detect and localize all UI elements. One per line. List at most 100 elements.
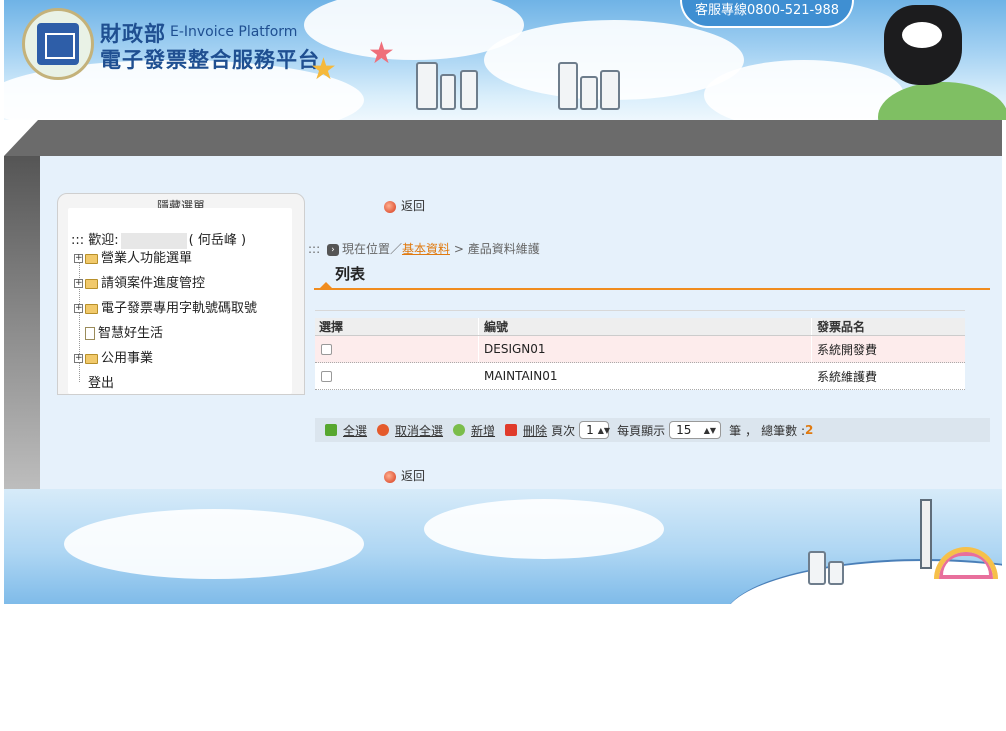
folder-icon — [85, 353, 98, 364]
bear-face-decor — [902, 22, 942, 48]
column-header-code: 編號 — [479, 318, 812, 335]
add-icon — [453, 424, 466, 436]
footer-banner — [4, 489, 1002, 604]
platform-name-cn: 電子發票整合服務平台 — [100, 48, 320, 72]
folder-icon — [85, 253, 98, 264]
breadcrumb-prefix: ::: — [308, 242, 321, 256]
breadcrumb-page: 產品資料維護 — [467, 242, 540, 256]
sidebar-item-label: 請領案件進度管控 — [101, 276, 206, 291]
total-label: 總筆數 : — [761, 423, 805, 438]
row-checkbox[interactable] — [321, 343, 332, 355]
building-illustration — [600, 70, 620, 110]
header-banner: 財政部 E-Invoice Platform 電子發票整合服務平台 ★ ★ 客服… — [4, 0, 1006, 120]
sidebar-item-logout[interactable]: 登出 — [88, 375, 114, 393]
sidebar-item-smart-living[interactable]: 智慧好生活 — [74, 325, 163, 343]
redacted-account — [120, 232, 187, 249]
unit-label: 筆 — [729, 423, 742, 438]
total-count: 2 — [804, 423, 814, 437]
cloud-decor — [704, 60, 904, 120]
star-icon: ★ — [310, 52, 337, 87]
deselect-all-label: 取消全選 — [395, 423, 444, 438]
welcome-text: ::: 歡迎: ( 何岳峰 ) — [71, 229, 246, 249]
building-illustration — [808, 551, 826, 585]
select-all-button[interactable]: 全選 — [325, 422, 367, 439]
expand-icon[interactable]: + — [74, 354, 83, 363]
cloud-decor — [424, 499, 664, 559]
back-label: 返回 — [401, 199, 426, 213]
cloud-decor — [64, 509, 364, 579]
table-toolbar: 全選 取消全選 新增 刪除 頁次 1 ▲▼ 每頁顯示 15 ▲▼ 筆 ， 總筆數 :… — [315, 418, 990, 442]
ministry-logo[interactable] — [22, 8, 94, 80]
checkmark-icon — [325, 424, 337, 436]
cell-invoice-item: 系統維護費 — [817, 369, 878, 384]
header-band — [4, 120, 1002, 156]
row-checkbox[interactable] — [321, 370, 332, 382]
column-header-invoice-item: 發票品名 — [817, 320, 866, 334]
sidebar-item-business-menu[interactable]: + 營業人功能選單 — [74, 250, 192, 268]
list-title: 列表 — [335, 265, 366, 283]
left-rail — [4, 156, 40, 489]
delete-label: 刪除 — [523, 423, 548, 438]
breadcrumb-current-label: 現在位置／ — [341, 242, 402, 256]
back-icon — [384, 470, 396, 483]
select-all-label: 全選 — [343, 423, 368, 438]
comma-separator: ， — [745, 423, 758, 438]
back-label: 返回 — [401, 469, 426, 483]
sidebar-item-application-progress[interactable]: + 請領案件進度管控 — [74, 275, 205, 293]
platform-name-en: E-Invoice Platform — [170, 24, 298, 40]
table-row[interactable]: MAINTAIN01 系統維護費 — [315, 363, 965, 390]
add-label: 新增 — [471, 423, 496, 438]
breadcrumb-separator: > — [450, 242, 468, 256]
per-page-select[interactable]: 15 ▲▼ — [669, 421, 722, 439]
building-illustration — [440, 74, 456, 110]
rainbow-illustration — [934, 547, 998, 579]
building-illustration — [460, 70, 478, 110]
table-header: 選擇 編號 發票品名 — [315, 318, 965, 336]
back-link-top[interactable]: 返回 — [384, 197, 425, 214]
cell-code: MAINTAIN01 — [479, 363, 812, 389]
deselect-all-button[interactable]: 取消全選 — [377, 422, 443, 439]
folder-icon — [85, 303, 98, 314]
cancel-icon — [377, 424, 390, 436]
sidebar-item-label: 電子發票專用字軌號碼取號 — [101, 301, 258, 316]
star-icon: ★ — [368, 36, 395, 71]
chevron-updown-icon: ▲▼ — [597, 425, 611, 435]
page-value: 1 — [586, 423, 594, 437]
building-illustration — [558, 62, 578, 110]
building-illustration — [416, 62, 438, 110]
back-link-bottom[interactable]: 返回 — [384, 467, 425, 484]
sidebar-item-public-utilities[interactable]: + 公用事業 — [74, 350, 153, 368]
per-page-label: 每頁顯示 — [617, 423, 666, 438]
sidebar-item-track-number[interactable]: + 電子發票專用字軌號碼取號 — [74, 300, 257, 318]
sidebar-item-label: 公用事業 — [101, 351, 154, 366]
breadcrumb-link-basic-data[interactable]: 基本資料 — [402, 242, 450, 256]
user-name: ( 何岳峰 ) — [188, 233, 247, 248]
delete-button[interactable]: 刪除 — [505, 422, 547, 439]
sidebar-item-label: 智慧好生活 — [98, 326, 164, 341]
expand-icon[interactable]: + — [74, 304, 83, 313]
table-top-rule — [315, 310, 965, 318]
page-select[interactable]: 1 ▲▼ — [579, 421, 611, 439]
document-icon — [85, 327, 95, 340]
cell-invoice-item: 系統開發費 — [817, 342, 878, 357]
table-row[interactable]: DESIGN01 系統開發費 — [315, 336, 965, 363]
breadcrumb: ::: › 現在位置／基本資料 > 產品資料維護 — [308, 240, 540, 257]
back-icon — [384, 200, 396, 213]
expand-icon[interactable]: + — [74, 254, 83, 263]
building-illustration — [828, 561, 844, 585]
chevron-updown-icon: ▲▼ — [703, 425, 717, 435]
add-button[interactable]: 新增 — [453, 422, 495, 439]
welcome-prefix: ::: 歡迎: — [71, 233, 119, 248]
cell-code: DESIGN01 — [479, 336, 812, 362]
sidebar-item-label: 營業人功能選單 — [101, 251, 193, 266]
folder-icon — [85, 278, 98, 289]
customer-hotline: 客服專線0800-521-988 — [680, 0, 854, 28]
taipei101-illustration — [920, 499, 932, 569]
column-header-select: 選擇 — [315, 318, 479, 335]
expand-icon[interactable]: + — [74, 279, 83, 288]
building-illustration — [580, 76, 598, 110]
page-label: 頁次 — [551, 423, 576, 438]
per-page-value: 15 — [676, 423, 692, 437]
sidebar-item-label: 登出 — [88, 376, 115, 391]
title-underline — [314, 288, 990, 290]
